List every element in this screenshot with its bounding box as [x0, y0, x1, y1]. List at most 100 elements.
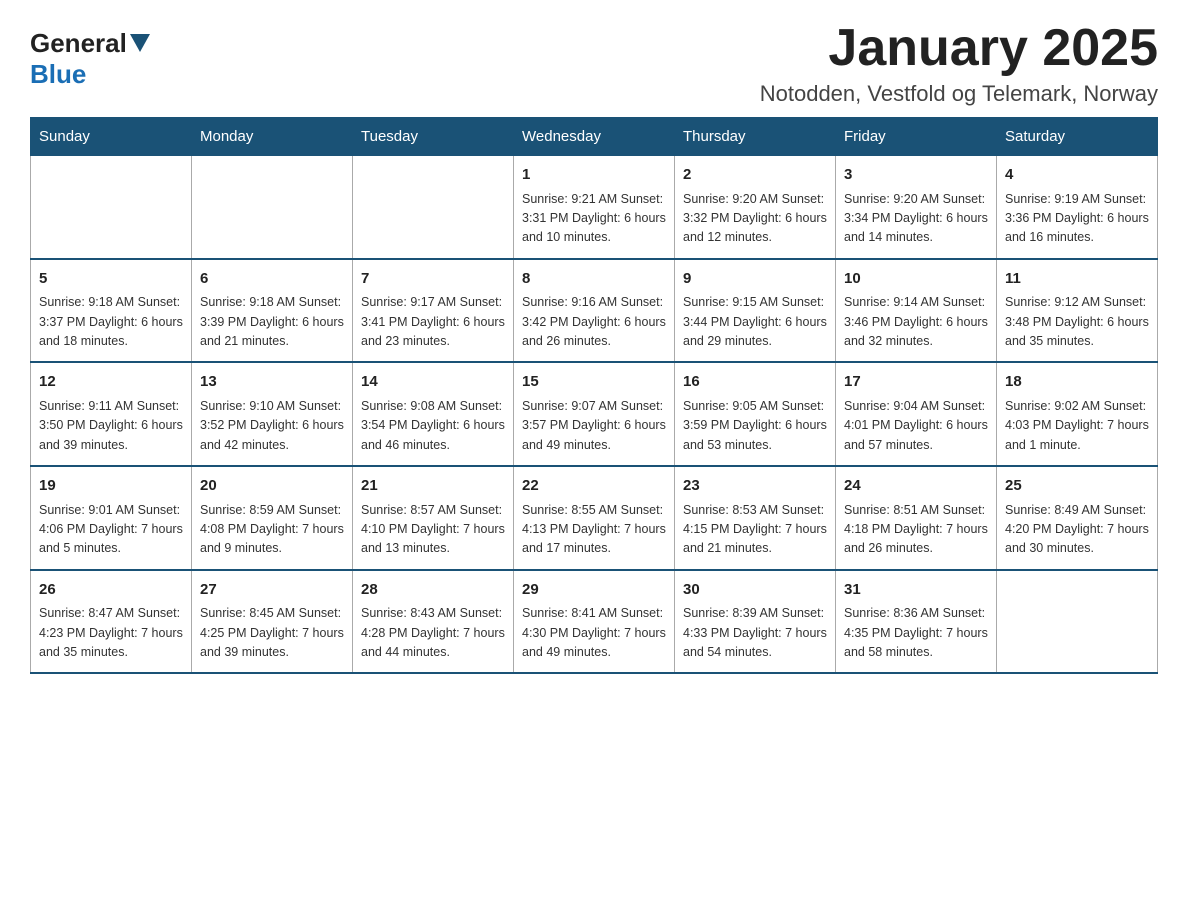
calendar-table: SundayMondayTuesdayWednesdayThursdayFrid… [30, 117, 1158, 674]
day-number: 7 [361, 268, 505, 291]
calendar-header-saturday: Saturday [997, 118, 1158, 156]
calendar-cell: 31Sunrise: 8:36 AM Sunset: 4:35 PM Dayli… [836, 570, 997, 674]
day-number: 27 [200, 579, 344, 602]
calendar-cell: 7Sunrise: 9:17 AM Sunset: 3:41 PM Daylig… [353, 259, 514, 363]
calendar-cell: 18 Sunrise: 9:02 AM Sunset: 4:03 PM Dayli… [997, 362, 1158, 466]
day-info: Sunrise: 9:14 AM Sunset: 3:46 PM Dayligh… [844, 293, 988, 351]
calendar-cell [353, 156, 514, 259]
day-number: 29 [522, 579, 666, 602]
day-info: Sunrise: 8:36 AM Sunset: 4:35 PM Dayligh… [844, 604, 988, 662]
calendar-week-row: 1 Sunrise: 9:21 AM Sunset: 3:31 PM Daylig… [31, 156, 1158, 259]
calendar-cell: 25 Sunrise: 8:49 AM Sunset: 4:20 PM Dayli… [997, 466, 1158, 570]
calendar-week-row: 19Sunrise: 9:01 AM Sunset: 4:06 PM Dayli… [31, 466, 1158, 570]
calendar-cell [997, 570, 1158, 674]
day-number: 22 [522, 475, 666, 498]
calendar-cell: 9Sunrise: 9:15 AM Sunset: 3:44 PM Daylig… [675, 259, 836, 363]
day-number: 23 [683, 475, 827, 498]
logo-arrow-icon [130, 34, 150, 52]
page-subtitle: Notodden, Vestfold og Telemark, Norway [760, 81, 1158, 107]
day-info: Sunrise: 9:12 AM Sunset: 3:48 PM Dayligh… [1005, 293, 1149, 351]
calendar-cell [31, 156, 192, 259]
day-info: Sunrise: 9:15 AM Sunset: 3:44 PM Dayligh… [683, 293, 827, 351]
page-title: January 2025 [760, 20, 1158, 77]
page-header: General Blue January 2025 Notodden, Vest… [30, 20, 1158, 107]
calendar-cell: 29Sunrise: 8:41 AM Sunset: 4:30 PM Dayli… [514, 570, 675, 674]
calendar-cell: 20 Sunrise: 8:59 AM Sunset: 4:08 PM Dayli… [192, 466, 353, 570]
calendar-cell: 6Sunrise: 9:18 AM Sunset: 3:39 PM Daylig… [192, 259, 353, 363]
day-info: Sunrise: 9:18 AM Sunset: 3:37 PM Dayligh… [39, 293, 183, 351]
calendar-cell: 14Sunrise: 9:08 AM Sunset: 3:54 PM Dayli… [353, 362, 514, 466]
day-number: 30 [683, 579, 827, 602]
calendar-cell: 15Sunrise: 9:07 AM Sunset: 3:57 PM Dayli… [514, 362, 675, 466]
calendar-cell: 2 Sunrise: 9:20 AM Sunset: 3:32 PM Daylig… [675, 156, 836, 259]
day-info: Sunrise: 8:47 AM Sunset: 4:23 PM Dayligh… [39, 604, 183, 662]
day-number: 11 [1005, 268, 1149, 291]
logo-general-text: General [30, 28, 150, 59]
calendar-cell: 30Sunrise: 8:39 AM Sunset: 4:33 PM Dayli… [675, 570, 836, 674]
day-number: 1 [522, 164, 666, 187]
day-info: Sunrise: 9:17 AM Sunset: 3:41 PM Dayligh… [361, 293, 505, 351]
day-number: 6 [200, 268, 344, 291]
day-info: Sunrise: 8:39 AM Sunset: 4:33 PM Dayligh… [683, 604, 827, 662]
day-info: Sunrise: 8:53 AM Sunset: 4:15 PM Dayligh… [683, 501, 827, 559]
day-info: Sunrise: 9:08 AM Sunset: 3:54 PM Dayligh… [361, 397, 505, 455]
day-number: 26 [39, 579, 183, 602]
day-info: Sunrise: 9:21 AM Sunset: 3:31 PM Dayligh… [522, 190, 666, 248]
day-number: 8 [522, 268, 666, 291]
calendar-cell: 24Sunrise: 8:51 AM Sunset: 4:18 PM Dayli… [836, 466, 997, 570]
day-number: 19 [39, 475, 183, 498]
day-number: 25 [1005, 475, 1149, 498]
day-info: Sunrise: 9:19 AM Sunset: 3:36 PM Dayligh… [1005, 190, 1149, 248]
calendar-cell: 23 Sunrise: 8:53 AM Sunset: 4:15 PM Dayli… [675, 466, 836, 570]
calendar-cell: 3Sunrise: 9:20 AM Sunset: 3:34 PM Daylig… [836, 156, 997, 259]
calendar-week-row: 5Sunrise: 9:18 AM Sunset: 3:37 PM Daylig… [31, 259, 1158, 363]
day-info: Sunrise: 8:55 AM Sunset: 4:13 PM Dayligh… [522, 501, 666, 559]
logo-blue-text: Blue [30, 59, 86, 90]
day-number: 28 [361, 579, 505, 602]
calendar-cell: 11Sunrise: 9:12 AM Sunset: 3:48 PM Dayli… [997, 259, 1158, 363]
day-info: Sunrise: 9:05 AM Sunset: 3:59 PM Dayligh… [683, 397, 827, 455]
day-number: 4 [1005, 164, 1149, 187]
calendar-header-monday: Monday [192, 118, 353, 156]
calendar-cell: 28Sunrise: 8:43 AM Sunset: 4:28 PM Dayli… [353, 570, 514, 674]
calendar-cell: 4 Sunrise: 9:19 AM Sunset: 3:36 PM Daylig… [997, 156, 1158, 259]
calendar-cell: 21 Sunrise: 8:57 AM Sunset: 4:10 PM Dayli… [353, 466, 514, 570]
calendar-cell: 19Sunrise: 9:01 AM Sunset: 4:06 PM Dayli… [31, 466, 192, 570]
calendar-cell [192, 156, 353, 259]
day-info: Sunrise: 9:20 AM Sunset: 3:34 PM Dayligh… [844, 190, 988, 248]
calendar-cell: 12 Sunrise: 9:11 AM Sunset: 3:50 PM Dayli… [31, 362, 192, 466]
calendar-cell: 13 Sunrise: 9:10 AM Sunset: 3:52 PM Dayli… [192, 362, 353, 466]
day-number: 5 [39, 268, 183, 291]
calendar-header-thursday: Thursday [675, 118, 836, 156]
day-info: Sunrise: 8:49 AM Sunset: 4:20 PM Dayligh… [1005, 501, 1149, 559]
day-number: 18 [1005, 371, 1149, 394]
calendar-cell: 5Sunrise: 9:18 AM Sunset: 3:37 PM Daylig… [31, 259, 192, 363]
calendar-cell: 17Sunrise: 9:04 AM Sunset: 4:01 PM Dayli… [836, 362, 997, 466]
day-info: Sunrise: 9:04 AM Sunset: 4:01 PM Dayligh… [844, 397, 988, 455]
day-number: 2 [683, 164, 827, 187]
day-number: 12 [39, 371, 183, 394]
day-info: Sunrise: 9:20 AM Sunset: 3:32 PM Dayligh… [683, 190, 827, 248]
calendar-cell: 16Sunrise: 9:05 AM Sunset: 3:59 PM Dayli… [675, 362, 836, 466]
day-number: 20 [200, 475, 344, 498]
day-number: 31 [844, 579, 988, 602]
calendar-week-row: 12 Sunrise: 9:11 AM Sunset: 3:50 PM Dayli… [31, 362, 1158, 466]
day-info: Sunrise: 9:11 AM Sunset: 3:50 PM Dayligh… [39, 397, 183, 455]
calendar-header-wednesday: Wednesday [514, 118, 675, 156]
calendar-header-tuesday: Tuesday [353, 118, 514, 156]
day-info: Sunrise: 8:57 AM Sunset: 4:10 PM Dayligh… [361, 501, 505, 559]
day-number: 21 [361, 475, 505, 498]
day-info: Sunrise: 8:45 AM Sunset: 4:25 PM Dayligh… [200, 604, 344, 662]
day-info: Sunrise: 8:43 AM Sunset: 4:28 PM Dayligh… [361, 604, 505, 662]
day-number: 24 [844, 475, 988, 498]
calendar-cell: 1 Sunrise: 9:21 AM Sunset: 3:31 PM Daylig… [514, 156, 675, 259]
day-number: 13 [200, 371, 344, 394]
calendar-header-sunday: Sunday [31, 118, 192, 156]
day-info: Sunrise: 9:02 AM Sunset: 4:03 PM Dayligh… [1005, 397, 1149, 455]
calendar-cell: 26Sunrise: 8:47 AM Sunset: 4:23 PM Dayli… [31, 570, 192, 674]
day-info: Sunrise: 8:59 AM Sunset: 4:08 PM Dayligh… [200, 501, 344, 559]
day-info: Sunrise: 8:41 AM Sunset: 4:30 PM Dayligh… [522, 604, 666, 662]
calendar-cell: 22 Sunrise: 8:55 AM Sunset: 4:13 PM Dayli… [514, 466, 675, 570]
day-info: Sunrise: 9:18 AM Sunset: 3:39 PM Dayligh… [200, 293, 344, 351]
day-info: Sunrise: 9:10 AM Sunset: 3:52 PM Dayligh… [200, 397, 344, 455]
